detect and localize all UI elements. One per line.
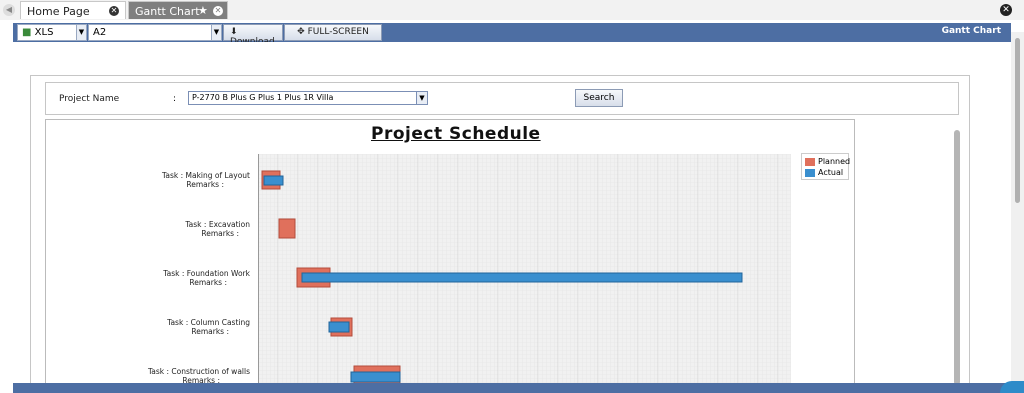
chart-title: Project Schedule bbox=[371, 124, 541, 144]
paper-size-value: A2 bbox=[93, 27, 107, 38]
legend-label: Actual bbox=[818, 168, 844, 177]
close-icon[interactable]: ✕ bbox=[213, 6, 223, 16]
tab-home-page[interactable]: Home Page ✕ bbox=[20, 1, 126, 19]
task-name: Task : Foundation Work bbox=[163, 269, 250, 278]
plot-grid-major bbox=[258, 154, 791, 384]
toolbar-title: Gantt Chart bbox=[941, 26, 1001, 36]
gantt-plot-area bbox=[258, 154, 791, 384]
project-name-select[interactable]: P-2770 B Plus G Plus 1 Plus 1R Villa ▼ bbox=[188, 91, 428, 105]
fullscreen-label: FULL-SCREEN bbox=[307, 27, 369, 37]
download-button[interactable]: ⬇ Download bbox=[223, 24, 283, 47]
bar-construction-of-walls bbox=[350, 365, 401, 384]
actual-bar bbox=[301, 272, 743, 283]
search-button[interactable]: Search bbox=[575, 89, 623, 107]
task-remarks: Remarks : bbox=[201, 229, 239, 238]
project-name-value: P-2770 B Plus G Plus 1 Plus 1R Villa bbox=[192, 93, 334, 102]
task-remarks: Remarks : bbox=[189, 278, 227, 287]
label-colon: : bbox=[173, 94, 177, 104]
task-name: Task : Construction of walls bbox=[147, 367, 250, 376]
planned-bar bbox=[278, 218, 296, 239]
export-format-value: XLS bbox=[34, 27, 54, 38]
chat-icon[interactable] bbox=[1000, 381, 1024, 393]
chart-scrollbar[interactable] bbox=[954, 130, 960, 385]
task-name: Task : Column Casting bbox=[167, 318, 250, 327]
close-all-icon[interactable]: ✕ bbox=[1000, 4, 1012, 16]
task-label-4: Task : Column Casting Remarks : bbox=[50, 318, 250, 336]
legend-swatch bbox=[805, 158, 815, 166]
actual-bar bbox=[328, 321, 350, 333]
chart-legend: Planned Actual bbox=[801, 153, 851, 180]
task-label-1: Task : Making of Layout Remarks : bbox=[50, 171, 250, 189]
tab-bar: ◀ Home Page ✕ Gantt Chart ★ ✕ ✕ bbox=[0, 0, 1024, 20]
excel-icon: ■ bbox=[22, 27, 32, 38]
legend-swatch bbox=[805, 169, 815, 177]
report-toolbar: ■ XLS ▼ A2 ▼ ⬇ Download ✥ FULL-SCREEN Ga… bbox=[13, 23, 1011, 47]
actual-bar bbox=[350, 371, 401, 383]
project-name-label: Project Name bbox=[59, 94, 120, 104]
fullscreen-icon: ✥ bbox=[297, 27, 305, 37]
export-format-select[interactable]: ■ XLS ▼ bbox=[17, 24, 87, 41]
bar-column-casting bbox=[328, 317, 353, 337]
task-remarks: Remarks : bbox=[191, 327, 229, 336]
chevron-down-icon[interactable]: ▼ bbox=[76, 25, 86, 40]
paper-size-select[interactable]: A2 ▼ bbox=[88, 24, 222, 41]
star-icon[interactable]: ★ bbox=[198, 4, 208, 17]
bar-making-of-layout bbox=[261, 170, 284, 190]
filter-panel: Project Name : P-2770 B Plus G Plus 1 Pl… bbox=[45, 82, 959, 115]
chevron-down-icon[interactable]: ▼ bbox=[211, 25, 221, 40]
tab-label: Gantt Chart bbox=[135, 5, 200, 18]
bar-excavation bbox=[278, 218, 296, 239]
tab-gantt-chart[interactable]: Gantt Chart ★ ✕ bbox=[128, 1, 228, 19]
download-icon: ⬇ bbox=[230, 27, 238, 37]
task-name: Task : Excavation bbox=[185, 220, 250, 229]
task-label-3: Task : Foundation Work Remarks : bbox=[50, 269, 250, 287]
tab-label: Home Page bbox=[27, 5, 90, 18]
legend-label: Planned bbox=[818, 157, 851, 166]
task-label-2: Task : Excavation Remarks : bbox=[50, 220, 250, 238]
scroll-left-icon[interactable]: ◀ bbox=[3, 4, 15, 16]
close-icon[interactable]: ✕ bbox=[109, 6, 119, 16]
page-scrollbar-thumb[interactable] bbox=[1015, 38, 1020, 203]
actual-bar bbox=[263, 175, 284, 186]
fullscreen-button[interactable]: ✥ FULL-SCREEN bbox=[284, 24, 382, 41]
bottom-bar bbox=[13, 383, 1013, 393]
chevron-down-icon[interactable]: ▼ bbox=[416, 92, 427, 104]
task-remarks: Remarks : bbox=[186, 180, 224, 189]
task-name: Task : Making of Layout bbox=[162, 171, 250, 180]
